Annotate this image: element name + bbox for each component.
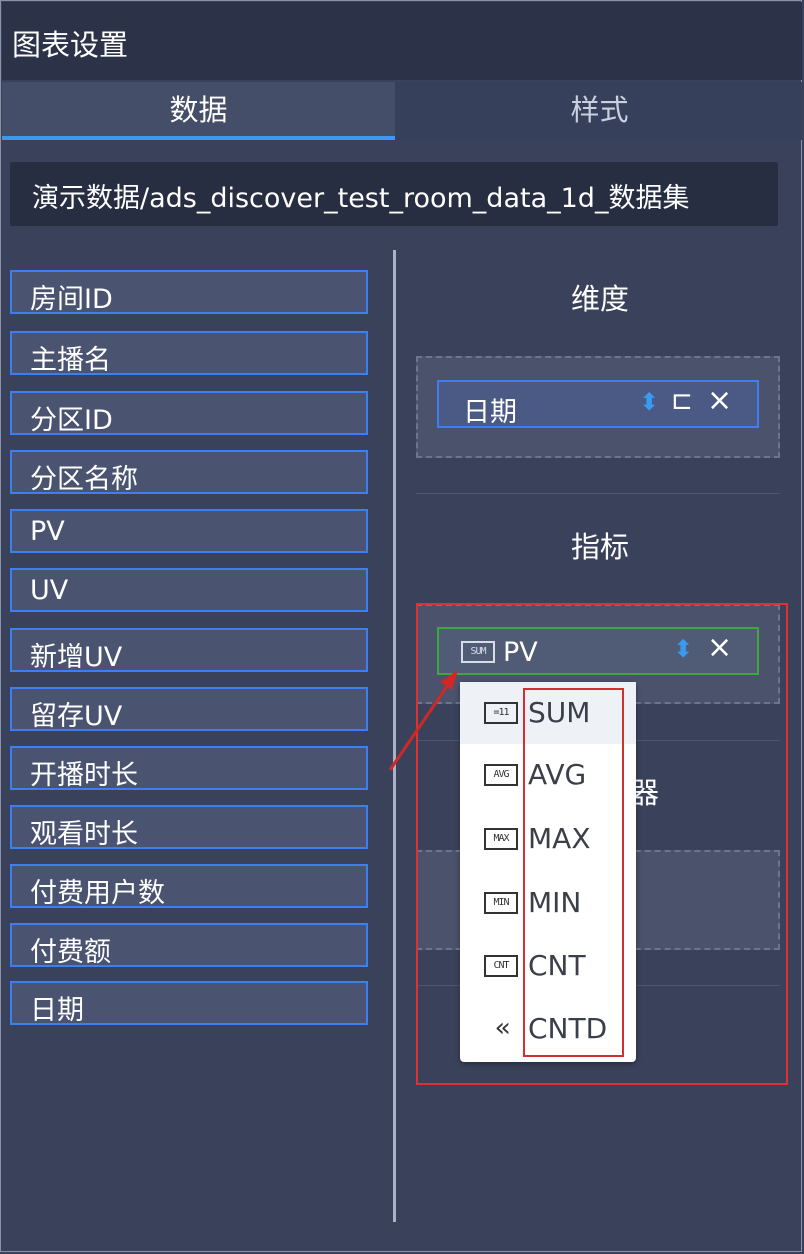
arrow-head	[440, 670, 458, 690]
arrow-shaft	[388, 681, 452, 771]
annotation-arrow	[388, 670, 458, 771]
